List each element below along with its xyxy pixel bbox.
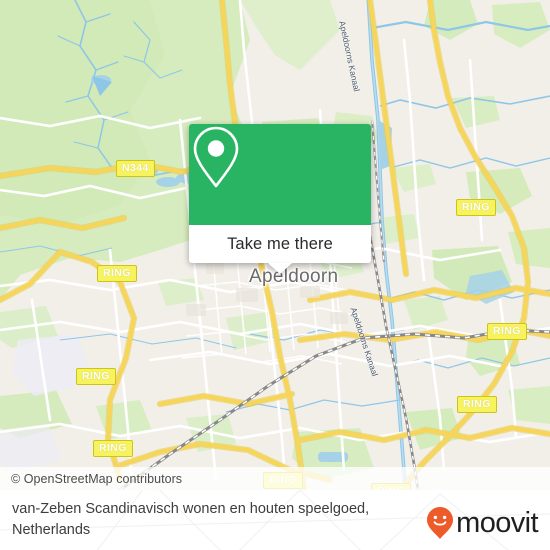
callout-icon-area bbox=[189, 124, 371, 225]
map-attribution-bar: © OpenStreetMap contributors bbox=[0, 467, 550, 490]
location-pin-icon bbox=[193, 126, 239, 188]
location-callout-card[interactable]: Take me there bbox=[189, 124, 371, 274]
map-canvas[interactable]: Apeldoorn Apeldoorns Kanaal Apeldoorns K… bbox=[0, 0, 550, 490]
road-shield-ring-3[interactable]: RING bbox=[487, 323, 527, 340]
road-shield-ring-6[interactable]: RING bbox=[93, 440, 133, 457]
road-shield-ring-1[interactable]: RING bbox=[456, 199, 496, 216]
road-shield-ring-2[interactable]: RING bbox=[97, 265, 137, 282]
footer-bar: van-Zeben Scandinavisch wonen en houten … bbox=[0, 490, 550, 550]
road-shield-ring-5[interactable]: RING bbox=[457, 396, 497, 413]
moovit-brand[interactable]: moovit bbox=[425, 506, 539, 540]
location-caption: van-Zeben Scandinavisch wonen en houten … bbox=[12, 501, 370, 538]
callout-action-area[interactable]: Take me there bbox=[189, 225, 371, 274]
moovit-wordmark: moovit bbox=[456, 506, 538, 539]
map-place-label: Apeldoorn bbox=[249, 266, 339, 287]
callout-tail bbox=[268, 263, 292, 274]
road-shield-ring-4[interactable]: RING bbox=[76, 368, 116, 385]
moovit-smiley-pin-icon bbox=[427, 507, 454, 539]
road-shield-n344[interactable]: N344 bbox=[116, 160, 155, 177]
attribution-text[interactable]: © OpenStreetMap contributors bbox=[0, 472, 182, 486]
screenshot-root: Apeldoorn Apeldoorns Kanaal Apeldoorns K… bbox=[0, 0, 550, 550]
take-me-there-label: Take me there bbox=[227, 234, 333, 253]
